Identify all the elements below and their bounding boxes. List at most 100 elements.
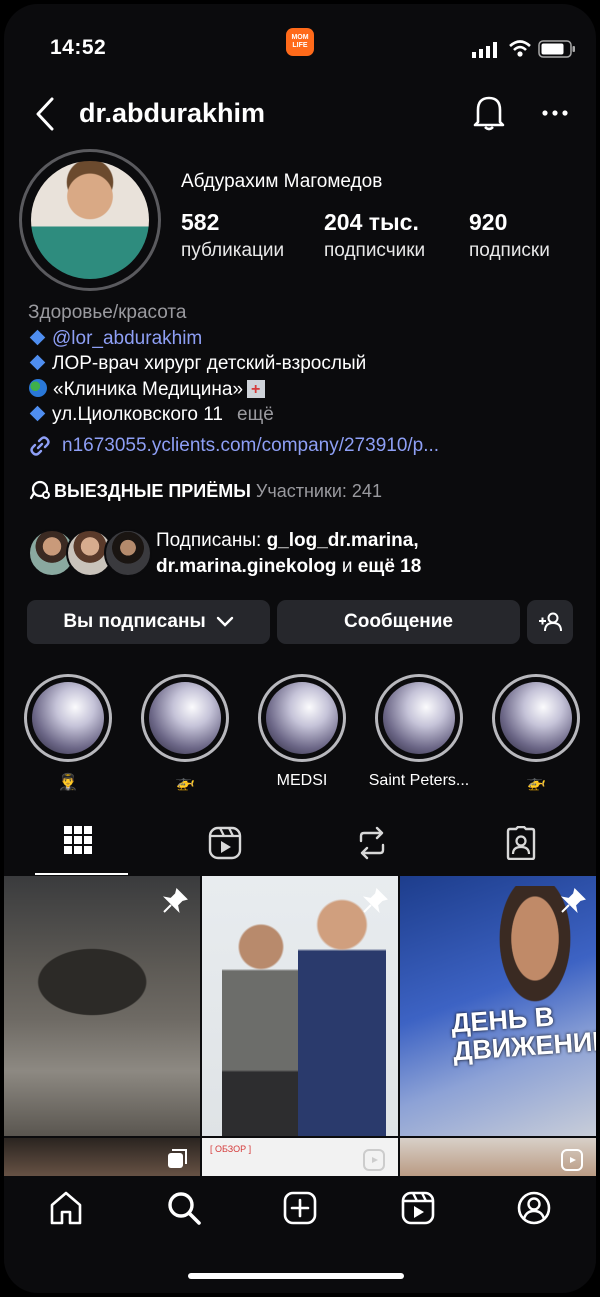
profile-icon[interactable] [516,1190,552,1226]
hospital-icon [247,377,266,402]
stat-following[interactable]: 920 подписки [469,209,550,262]
globe-icon [29,378,47,397]
profile-bio: Здоровье/красота @lor_abdurakhim ЛОР-вра… [28,300,366,428]
bio-line-tag: @lor_abdurakhim [28,326,366,352]
chevron-down-icon [216,616,233,627]
reel-icon [363,1149,385,1171]
post-image-person [298,896,386,1136]
battery-icon [538,40,575,58]
post-thumbnail[interactable] [400,1138,596,1178]
followed-more: ещё 18 [357,556,422,577]
post-overlay-text: ДЕНЬ В ДВИЖЕНИИ [450,999,596,1066]
story-highlight[interactable] [492,674,580,762]
broadcast-channel-icon [29,480,50,500]
pin-icon [162,888,188,914]
app-frame: 14:52 MOM LIFE dr.abdurakhim Абдурахим М… [4,4,596,1293]
story-highlight[interactable] [141,674,229,762]
bio-line-clinic: «Клиника Медицина» [28,377,366,402]
bio-mention-link[interactable]: @lor_abdurakhim [52,328,202,349]
blue-diamond-icon [29,354,46,371]
reels-icon[interactable] [400,1190,436,1226]
highlight-label: 🚁 [175,774,195,791]
profile-avatar[interactable] [19,149,161,291]
profile-category: Здоровье/красота [28,302,187,323]
stat-followers-value: 204 тыс. [324,209,419,235]
add-person-icon [539,612,562,632]
story-highlight[interactable] [24,674,112,762]
post-thumbnail[interactable]: [ ОБЗОР ] [202,1138,398,1178]
post-thumbnail[interactable] [202,876,398,1136]
followed-prefix: Подписаны: [156,530,267,551]
app-badge-text: MOM LIFE [291,34,309,49]
stat-posts[interactable]: 582 публикации [181,209,284,262]
highlight-cover [32,682,104,754]
stat-followers-label: подписчики [324,240,426,261]
followed-mid: и [336,556,358,577]
suggested-users-button[interactable] [527,600,573,644]
posts-grid-tab-icon[interactable] [64,826,92,854]
stat-posts-label: публикации [181,240,285,261]
pin-icon [560,888,586,914]
status-bar: 14:52 MOM LIFE [4,28,596,64]
highlight-label: Saint Peters... [368,772,470,789]
bio-line-specialty: ЛОР-врач хирург детский-взрослый [28,351,366,377]
post-thumbnail[interactable] [4,1138,200,1178]
profile-username: dr.abdurakhim [79,98,266,128]
followed-user-2: dr.marina.ginekolog [156,556,337,577]
home-icon[interactable] [48,1190,84,1226]
channel-members: Участники: 241 [255,481,382,501]
pin-icon [362,888,388,914]
cellular-signal-icon [472,42,497,58]
profile-full-name: Абдурахим Магомедов [181,171,383,192]
carousel-icon [168,1149,187,1168]
post-label: [ ОБЗОР ] [210,1144,252,1154]
profile-header: dr.abdurakhim [4,92,596,136]
followed-by-text[interactable]: Подписаны: g_log_dr.marina, dr.marina.gi… [156,528,421,580]
bio-line-address: ул.Циолковского 11 ещё [28,402,366,428]
post-thumbnail[interactable]: ДЕНЬ В ДВИЖЕНИИ [400,876,596,1136]
search-icon[interactable] [166,1190,202,1226]
followed-user-1: g_log_dr.marina, [266,530,419,551]
following-button[interactable]: Вы подписаны [27,600,270,644]
create-post-icon[interactable] [282,1190,318,1226]
reposts-tab-icon[interactable] [356,826,388,860]
reel-icon [561,1149,583,1171]
story-highlight[interactable] [258,674,346,762]
stat-following-label: подписки [469,240,550,261]
tagged-tab-icon[interactable] [504,826,538,860]
message-button-label: Сообщение [344,611,453,632]
reels-tab-icon[interactable] [208,826,242,860]
active-tab-indicator [35,873,128,875]
blue-diamond-icon [29,405,46,422]
highlight-label: MEDSI [276,772,328,789]
home-indicator[interactable] [188,1273,404,1279]
bio-more-link[interactable]: ещё [237,404,274,425]
post-thumbnail[interactable] [4,876,200,1136]
highlight-cover [266,682,338,754]
post-image-cave [4,916,200,1026]
post-image-person [222,916,300,1136]
back-arrow-icon[interactable] [34,96,56,132]
highlight-cover [149,682,221,754]
mutual-follower-avatar[interactable] [104,529,152,577]
profile-website-link[interactable]: n1673055.yclients.com/company/273910/p..… [28,434,439,458]
blue-diamond-icon [29,329,46,345]
channel-title: ВЫЕЗДНЫЕ ПРИЁМЫ [54,481,251,501]
more-options-icon[interactable] [542,110,568,116]
stat-posts-value: 582 [181,209,220,235]
broadcast-channel[interactable]: ВЫЕЗДНЫЕ ПРИЁМЫ Участники: 241 [28,480,382,502]
stat-following-value: 920 [469,209,508,235]
bio-specialty-text: ЛОР-врач хирург детский-взрослый [52,353,367,374]
highlight-cover [500,682,572,754]
link-chain-icon [30,436,50,456]
status-time: 14:52 [50,36,107,59]
highlight-cover [383,682,455,754]
message-button[interactable]: Сообщение [277,600,520,644]
website-url: n1673055.yclients.com/company/273910/p..… [62,435,440,457]
notifications-bell-icon[interactable] [472,94,506,132]
mom-life-app-icon: MOM LIFE [286,28,314,56]
bio-clinic-text: «Клиника Медицина» [53,378,244,400]
stat-followers[interactable]: 204 тыс. подписчики [324,209,425,262]
bio-address-text: ул.Циолковского 11 [52,404,223,425]
story-highlight[interactable] [375,674,463,762]
